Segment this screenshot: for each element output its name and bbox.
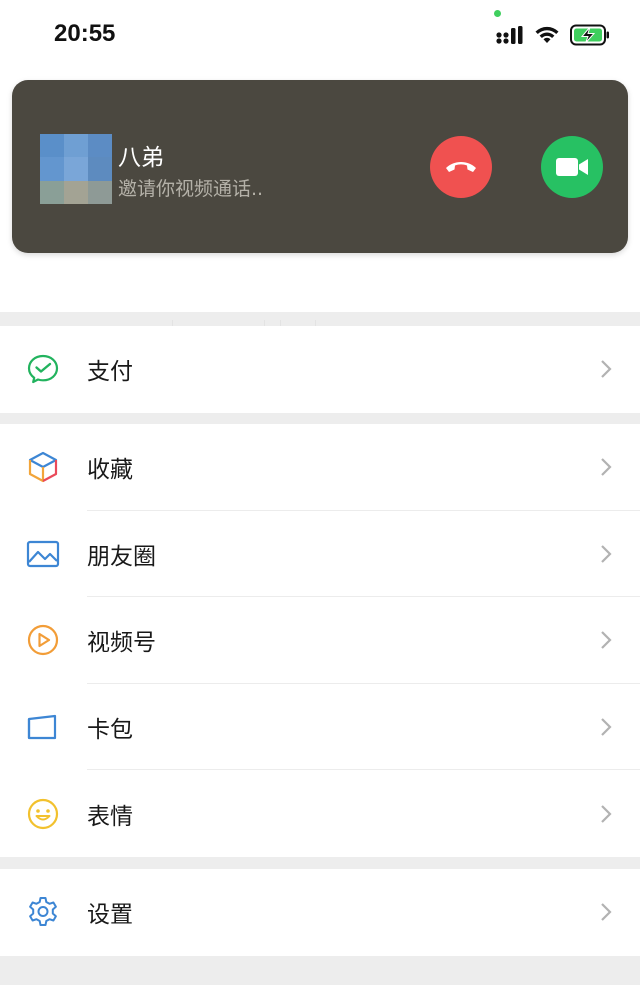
decline-call-button[interactable] bbox=[430, 136, 492, 198]
chevron-right-icon bbox=[601, 718, 612, 736]
incoming-call-banner[interactable]: 八弟 邀请你视频通话.. bbox=[12, 80, 628, 253]
video-camera-icon bbox=[556, 158, 588, 176]
caller-avatar bbox=[40, 134, 112, 204]
status-bar: 20:55 bbox=[0, 0, 640, 80]
menu-item-label: 支付 bbox=[87, 359, 133, 386]
chevron-right-icon bbox=[601, 804, 612, 823]
menu-item-channels[interactable]: 视频号 bbox=[0, 597, 640, 684]
accept-video-call-button[interactable] bbox=[541, 136, 603, 198]
phone-hangup-icon bbox=[446, 162, 476, 172]
status-icons bbox=[496, 22, 610, 48]
menu-group-main: 收藏 朋友圈 视频号 卡包 表情 bbox=[0, 424, 640, 857]
gear-icon bbox=[26, 895, 60, 929]
menu-item-settings[interactable]: 设置 bbox=[0, 869, 640, 956]
menu-group-pay: 支付 bbox=[0, 326, 640, 413]
caller-name: 八弟 bbox=[118, 145, 164, 171]
chevron-right-icon bbox=[601, 631, 612, 650]
pay-icon bbox=[26, 352, 60, 386]
call-invite-text: 邀请你视频通话.. bbox=[118, 178, 264, 200]
menu-item-label: 卡包 bbox=[87, 717, 133, 744]
chevron-right-icon bbox=[601, 360, 612, 379]
privacy-indicator-dot bbox=[494, 10, 501, 17]
menu-group-settings: 设置 bbox=[0, 869, 640, 956]
status-time: 20:55 bbox=[54, 20, 116, 47]
picture-icon bbox=[26, 537, 60, 571]
wifi-icon bbox=[535, 26, 559, 43]
card-icon bbox=[26, 710, 60, 744]
menu-item-stickers[interactable]: 表情 bbox=[0, 770, 640, 857]
menu-item-label: 朋友圈 bbox=[87, 543, 156, 570]
menu-item-label: 收藏 bbox=[87, 457, 133, 484]
chevron-right-icon bbox=[601, 458, 612, 477]
menu-item-label: 视频号 bbox=[87, 630, 156, 657]
cellular-signal-icon bbox=[496, 26, 523, 44]
cube-icon bbox=[26, 450, 60, 484]
menu-item-cards[interactable]: 卡包 bbox=[0, 684, 640, 771]
smiley-icon bbox=[26, 797, 60, 831]
menu-item-favorites[interactable]: 收藏 bbox=[0, 424, 640, 511]
battery-charging-icon bbox=[570, 24, 609, 46]
menu-item-label: 表情 bbox=[87, 803, 133, 830]
menu-item-label: 设置 bbox=[87, 902, 133, 929]
chevron-right-icon bbox=[601, 903, 612, 922]
menu-item-pay[interactable]: 支付 bbox=[0, 326, 640, 413]
chevron-right-icon bbox=[601, 545, 612, 563]
play-circle-icon bbox=[26, 623, 60, 657]
menu-item-moments[interactable]: 朋友圈 bbox=[0, 511, 640, 598]
